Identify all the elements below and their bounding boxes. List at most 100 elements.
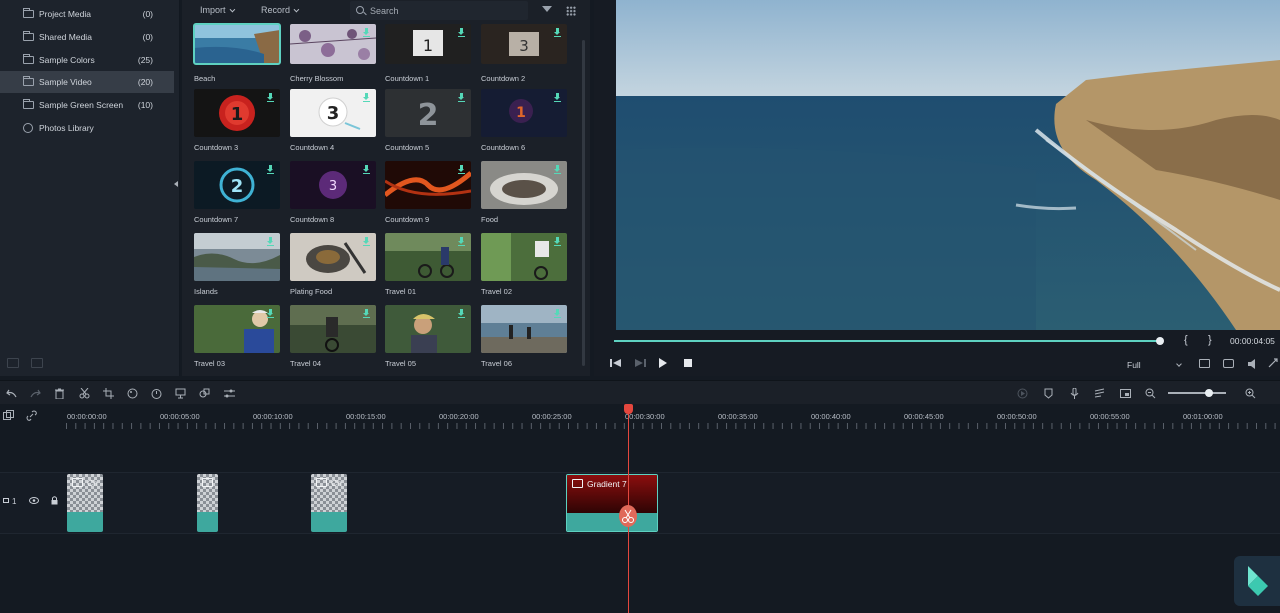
media-item-cherry-blossom[interactable]: Cherry Blossom — [290, 20, 376, 83]
cut-icon[interactable] — [79, 388, 90, 399]
timeline-clip-selected[interactable]: Gradient 7 — [566, 474, 658, 532]
download-icon[interactable] — [363, 28, 370, 37]
grid-view-icon[interactable] — [566, 6, 576, 16]
media-item-travel-03[interactable]: Travel 03 — [194, 305, 280, 369]
download-icon[interactable] — [554, 309, 561, 318]
audio-mixer-icon[interactable] — [1094, 388, 1105, 399]
media-item-countdown-7[interactable]: 2 Countdown 7 — [194, 161, 280, 225]
pip-icon[interactable] — [1120, 388, 1131, 399]
media-item-travel-06[interactable]: Travel 06 — [481, 305, 567, 369]
download-icon[interactable] — [458, 309, 465, 318]
download-icon[interactable] — [267, 237, 274, 246]
folder-icon[interactable] — [31, 358, 43, 368]
add-track-icon[interactable] — [3, 410, 14, 421]
play-button[interactable] — [658, 358, 668, 368]
media-item-beach[interactable]: Beach — [193, 20, 281, 83]
sidebar-item-photos-library[interactable]: Photos Library — [0, 117, 174, 139]
media-item-countdown-4[interactable]: 3 Countdown 4 — [290, 89, 376, 153]
zoom-slider-handle[interactable] — [1205, 389, 1213, 397]
split-marker[interactable] — [619, 505, 637, 527]
zoom-out-icon[interactable] — [1145, 388, 1156, 399]
marker-icon[interactable] — [1043, 388, 1054, 399]
preview-video[interactable] — [616, 0, 1280, 330]
media-item-travel-02[interactable]: Travel 02 — [481, 233, 567, 297]
download-icon[interactable] — [554, 93, 561, 102]
volume-icon[interactable] — [1247, 359, 1259, 369]
media-item-countdown-6[interactable]: 1 Countdown 6 — [481, 89, 567, 153]
green-screen-icon[interactable] — [175, 388, 186, 399]
fullscreen-icon[interactable] — [1268, 358, 1278, 368]
eye-icon[interactable] — [29, 497, 39, 504]
sidebar-item-project-media[interactable]: Project Media (0) — [0, 3, 174, 25]
media-item-countdown-9[interactable]: Countdown 9 — [385, 161, 471, 225]
sidebar-item-sample-video[interactable]: Sample Video (20) — [0, 71, 174, 93]
media-scrollbar[interactable] — [582, 40, 585, 366]
record-button[interactable]: Record — [261, 5, 300, 15]
step-forward-button[interactable] — [634, 358, 646, 368]
color-icon[interactable] — [127, 388, 138, 399]
quality-select[interactable]: Full — [1127, 360, 1182, 370]
media-item-food[interactable]: Food — [481, 161, 567, 225]
zoom-in-icon[interactable] — [1245, 388, 1256, 399]
download-icon[interactable] — [458, 93, 465, 102]
timeline-ruler[interactable]: 00:00:00:00 00:00:05:00 00:00:10:00 00:0… — [66, 404, 1280, 430]
mask-icon[interactable] — [199, 388, 210, 399]
redo-icon[interactable] — [30, 388, 41, 399]
undo-icon[interactable] — [6, 388, 17, 399]
media-item-countdown-1[interactable]: 1 Countdown 1 — [385, 20, 471, 83]
download-icon[interactable] — [363, 93, 370, 102]
microphone-icon[interactable] — [1069, 388, 1080, 399]
new-folder-icon[interactable] — [7, 358, 19, 368]
media-item-islands[interactable]: Islands — [194, 233, 280, 297]
snapshot-icon[interactable] — [1223, 359, 1234, 368]
media-item-countdown-2[interactable]: 3 Countdown 2 — [481, 20, 567, 83]
download-icon[interactable] — [363, 165, 370, 174]
import-button[interactable]: Import — [200, 5, 235, 15]
media-item-countdown-5[interactable]: 2 Countdown 5 — [385, 89, 471, 153]
speed-icon[interactable] — [151, 388, 162, 399]
download-icon[interactable] — [554, 28, 561, 37]
sidebar-item-sample-colors[interactable]: Sample Colors (25) — [0, 49, 174, 71]
filter-icon[interactable] — [542, 6, 552, 12]
zoom-slider[interactable] — [1168, 392, 1226, 394]
scrub-handle[interactable] — [1156, 337, 1164, 345]
download-icon[interactable] — [458, 28, 465, 37]
download-icon[interactable] — [554, 165, 561, 174]
playhead-handle[interactable] — [624, 404, 633, 414]
download-icon[interactable] — [554, 237, 561, 246]
mark-in-button[interactable]: { — [1184, 334, 1188, 346]
download-icon[interactable] — [458, 165, 465, 174]
scrub-bar[interactable] — [614, 340, 1160, 342]
download-icon[interactable] — [363, 237, 370, 246]
sidebar-item-shared-media[interactable]: Shared Media (0) — [0, 26, 174, 48]
collapse-panel-icon[interactable] — [174, 181, 178, 187]
monitor-icon[interactable] — [1199, 359, 1210, 368]
media-item-countdown-8[interactable]: 3 Countdown 8 — [290, 161, 376, 225]
media-item-travel-01[interactable]: Travel 01 — [385, 233, 471, 297]
download-icon[interactable] — [267, 165, 274, 174]
search-box — [350, 1, 528, 20]
media-item-travel-04[interactable]: Travel 04 — [290, 305, 376, 369]
download-icon[interactable] — [267, 309, 274, 318]
stop-button[interactable] — [683, 358, 693, 368]
media-item-travel-05[interactable]: Travel 05 — [385, 305, 471, 369]
timeline-clip[interactable] — [197, 474, 218, 532]
lock-icon[interactable] — [51, 496, 58, 505]
timeline[interactable]: 00:00:00:00 00:00:05:00 00:00:10:00 00:0… — [0, 404, 1280, 613]
render-icon[interactable] — [1017, 388, 1028, 399]
link-icon[interactable] — [26, 410, 37, 421]
delete-icon[interactable] — [54, 388, 65, 399]
timeline-clip[interactable]: Ch — [311, 474, 347, 532]
media-item-plating-food[interactable]: Plating Food — [290, 233, 376, 297]
audio-adjust-icon[interactable] — [224, 388, 235, 399]
download-icon[interactable] — [363, 309, 370, 318]
timeline-clip[interactable]: Ch — [67, 474, 103, 532]
download-icon[interactable] — [458, 237, 465, 246]
step-back-button[interactable] — [610, 358, 622, 368]
media-item-countdown-3[interactable]: 1 Countdown 3 — [194, 89, 280, 153]
sidebar-item-sample-green-screen[interactable]: Sample Green Screen (10) — [0, 94, 174, 116]
crop-icon[interactable] — [103, 388, 114, 399]
download-icon[interactable] — [267, 93, 274, 102]
mark-out-button[interactable]: } — [1208, 334, 1212, 346]
search-input[interactable] — [370, 4, 520, 17]
